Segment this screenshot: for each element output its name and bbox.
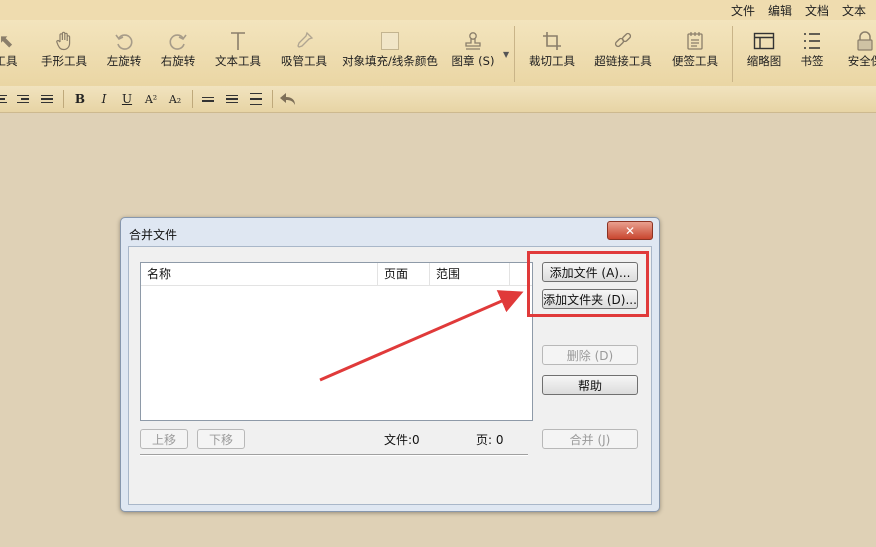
italic-button[interactable]: I — [95, 90, 113, 108]
delete-button[interactable]: 删除 (D) — [542, 345, 638, 365]
fill-color-icon — [379, 30, 401, 52]
text-icon — [227, 30, 249, 52]
tool-thumbnail[interactable]: 缩略图 — [742, 20, 786, 86]
tool-rotate-left[interactable]: 左旋转 — [102, 20, 146, 86]
annotation-highlight-box — [527, 251, 649, 317]
tool-fill-color[interactable]: 对象填充/线条颜色 — [342, 20, 438, 86]
ribbon-separator — [514, 26, 515, 82]
subscript-button[interactable]: A₂ — [166, 90, 184, 108]
menu-text[interactable]: 文本 — [842, 2, 866, 19]
page-count: 页: 0 — [476, 433, 504, 447]
underline-button[interactable]: U — [118, 90, 136, 108]
file-list[interactable]: 名称 页面 范围 — [140, 262, 533, 421]
tool-text[interactable]: 文本工具 — [212, 20, 264, 86]
stamp-dropdown-icon[interactable]: ▼ — [503, 50, 509, 59]
file-list-header: 名称 页面 范围 — [141, 263, 532, 286]
eyedropper-icon — [293, 30, 315, 52]
tool-eyedropper[interactable]: 吸管工具 — [278, 20, 330, 86]
stamp-icon — [462, 30, 484, 52]
align-right-icon[interactable] — [14, 90, 32, 108]
close-button[interactable]: ✕ — [607, 221, 653, 240]
tool-crop[interactable]: 裁切工具 — [526, 20, 578, 86]
thumbnail-icon — [753, 30, 775, 52]
menu-document[interactable]: 文档 — [805, 2, 829, 19]
note-icon — [684, 30, 706, 52]
align-center-icon[interactable] — [0, 90, 10, 108]
dialog-divider — [140, 454, 528, 456]
arrow-icon: ⬉ — [0, 30, 14, 52]
menu-file[interactable]: 文件 — [731, 2, 755, 19]
undo-icon[interactable] — [279, 90, 297, 108]
move-down-button[interactable]: 下移 — [197, 429, 245, 449]
merge-button[interactable]: 合并 (J) — [542, 429, 638, 449]
tool-stamp[interactable]: 图章 (S) — [450, 20, 496, 86]
bold-button[interactable]: B — [71, 90, 89, 108]
column-pages[interactable]: 页面 — [378, 263, 430, 285]
align-justify-icon[interactable] — [38, 90, 56, 108]
tool-hand[interactable]: 手形工具 — [38, 20, 90, 86]
move-up-button[interactable]: 上移 — [140, 429, 188, 449]
dialog-title: 合并文件 — [129, 228, 178, 242]
rotate-right-icon — [167, 30, 189, 52]
toolbar-separator — [63, 90, 64, 108]
line-spacing-medium-icon[interactable] — [223, 90, 241, 108]
tool-rotate-right[interactable]: 右旋转 — [156, 20, 200, 86]
rotate-left-icon — [113, 30, 135, 52]
tool-bookmark[interactable]: 书签 — [796, 20, 828, 86]
tool-note[interactable]: 便签工具 — [668, 20, 722, 86]
tool-select[interactable]: ⬉ 工具 — [0, 20, 26, 86]
hand-icon — [53, 30, 75, 52]
link-icon — [612, 30, 634, 52]
bookmark-icon — [801, 30, 823, 52]
column-range[interactable]: 范围 — [430, 263, 510, 285]
superscript-button[interactable]: A² — [142, 90, 160, 108]
ribbon-separator — [732, 26, 733, 82]
menu-bar: 文件 编辑 文档 文本 — [0, 0, 876, 20]
file-count: 文件:0 — [384, 433, 420, 447]
toolbar-separator — [192, 90, 193, 108]
format-toolbar: B I U A² A₂ — [0, 86, 876, 113]
column-name[interactable]: 名称 — [141, 263, 378, 285]
help-button[interactable]: 帮助 — [542, 375, 638, 395]
line-spacing-large-icon[interactable] — [247, 90, 265, 108]
crop-icon — [541, 30, 563, 52]
menu-edit[interactable]: 编辑 — [768, 2, 792, 19]
tool-hyperlink[interactable]: 超链接工具 — [590, 20, 656, 86]
toolbar-separator — [272, 90, 273, 108]
line-spacing-small-icon[interactable] — [199, 90, 217, 108]
lock-icon — [854, 30, 876, 52]
tool-security[interactable]: 安全保 — [840, 20, 876, 86]
ribbon-toolbar: ⬉ 工具 手形工具 左旋转 右旋转 文本工具 吸管工具 对象填充/线条颜色 图章… — [0, 20, 876, 86]
